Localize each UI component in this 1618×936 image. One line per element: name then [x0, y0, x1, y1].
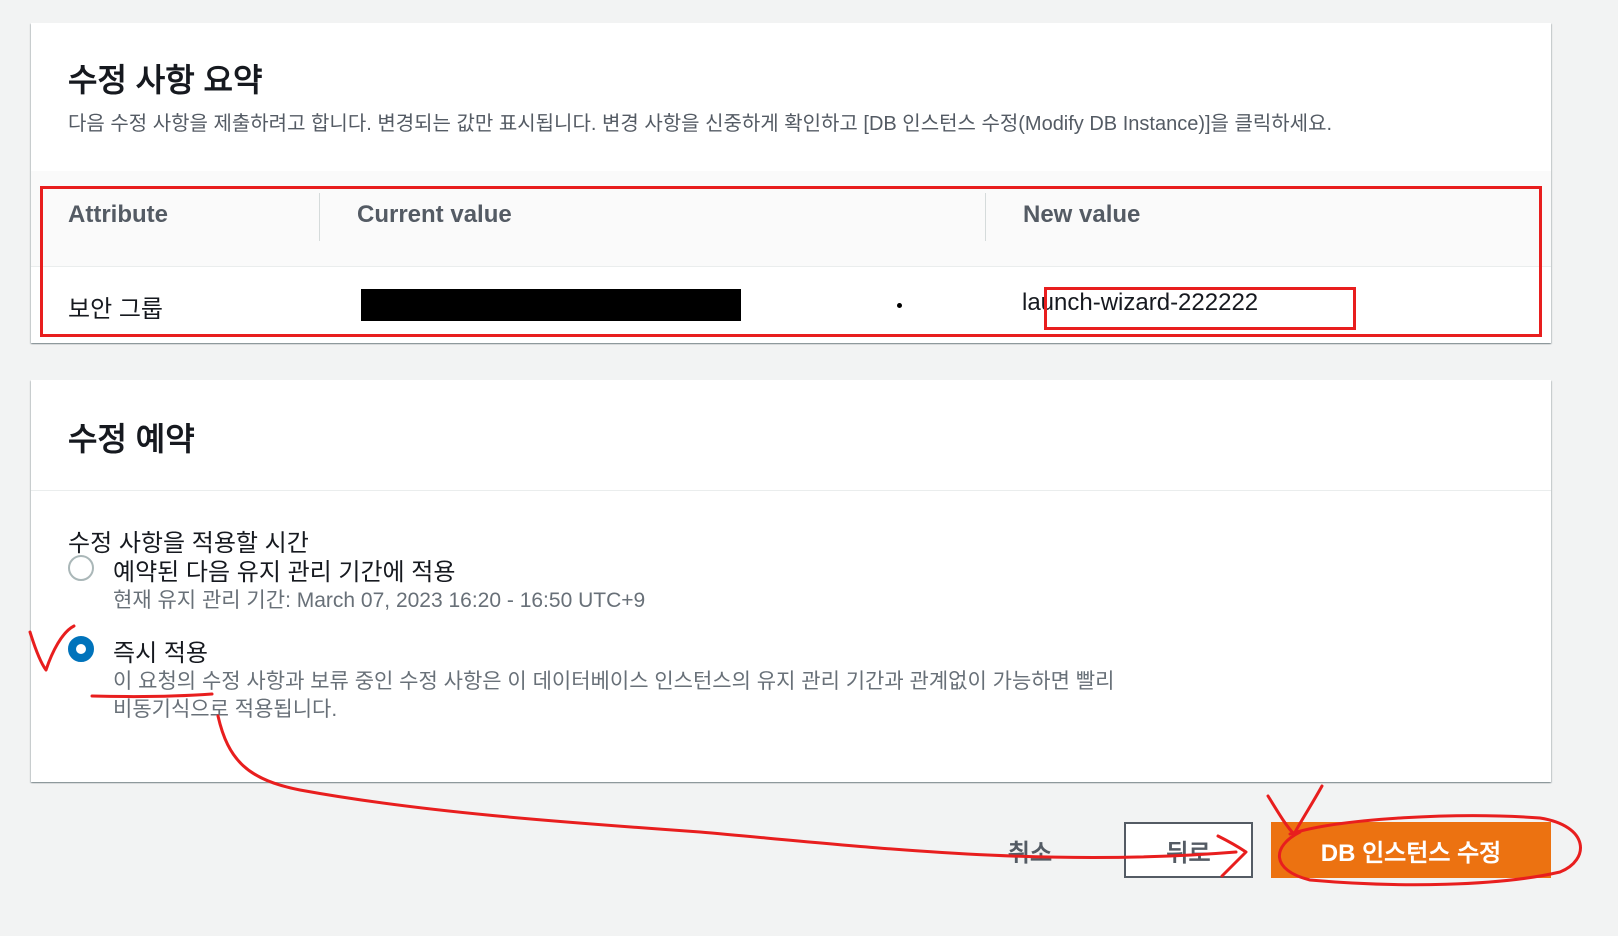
annotation-new-value-highlight	[1044, 287, 1356, 330]
schedule-title: 수정 예약	[68, 421, 195, 457]
summary-header: 수정 사항 요약 다음 수정 사항을 제출하려고 합니다. 변경되는 값만 표시…	[31, 23, 1551, 172]
option-next-maintenance-label[interactable]: 예약된 다음 유지 관리 기간에 적용	[113, 552, 455, 587]
back-button[interactable]: 뒤로	[1124, 822, 1253, 878]
summary-description: 다음 수정 사항을 제출하려고 합니다. 변경되는 값만 표시됩니다. 변경 사…	[68, 113, 1333, 135]
option-apply-immediately-description: 이 요청의 수정 사항과 보류 중인 수정 사항은 이 데이터베이스 인스턴스의…	[113, 670, 1115, 721]
cancel-button[interactable]: 취소	[985, 826, 1075, 874]
option-next-maintenance-description: 현재 유지 관리 기간: March 07, 2023 16:20 - 16:5…	[113, 589, 646, 612]
radio-apply-immediately[interactable]	[68, 636, 94, 662]
option-apply-immediately-label[interactable]: 즉시 적용	[113, 633, 208, 668]
modify-db-instance-button[interactable]: DB 인스턴스 수정	[1271, 822, 1551, 878]
schedule-modifications-panel: 수정 예약 수정 사항을 적용할 시간 예약된 다음 유지 관리 기간에 적용 …	[31, 380, 1551, 782]
summary-title: 수정 사항 요약	[68, 62, 263, 98]
radio-next-maintenance-window[interactable]	[68, 555, 94, 581]
schedule-header: 수정 예약	[31, 380, 1551, 491]
